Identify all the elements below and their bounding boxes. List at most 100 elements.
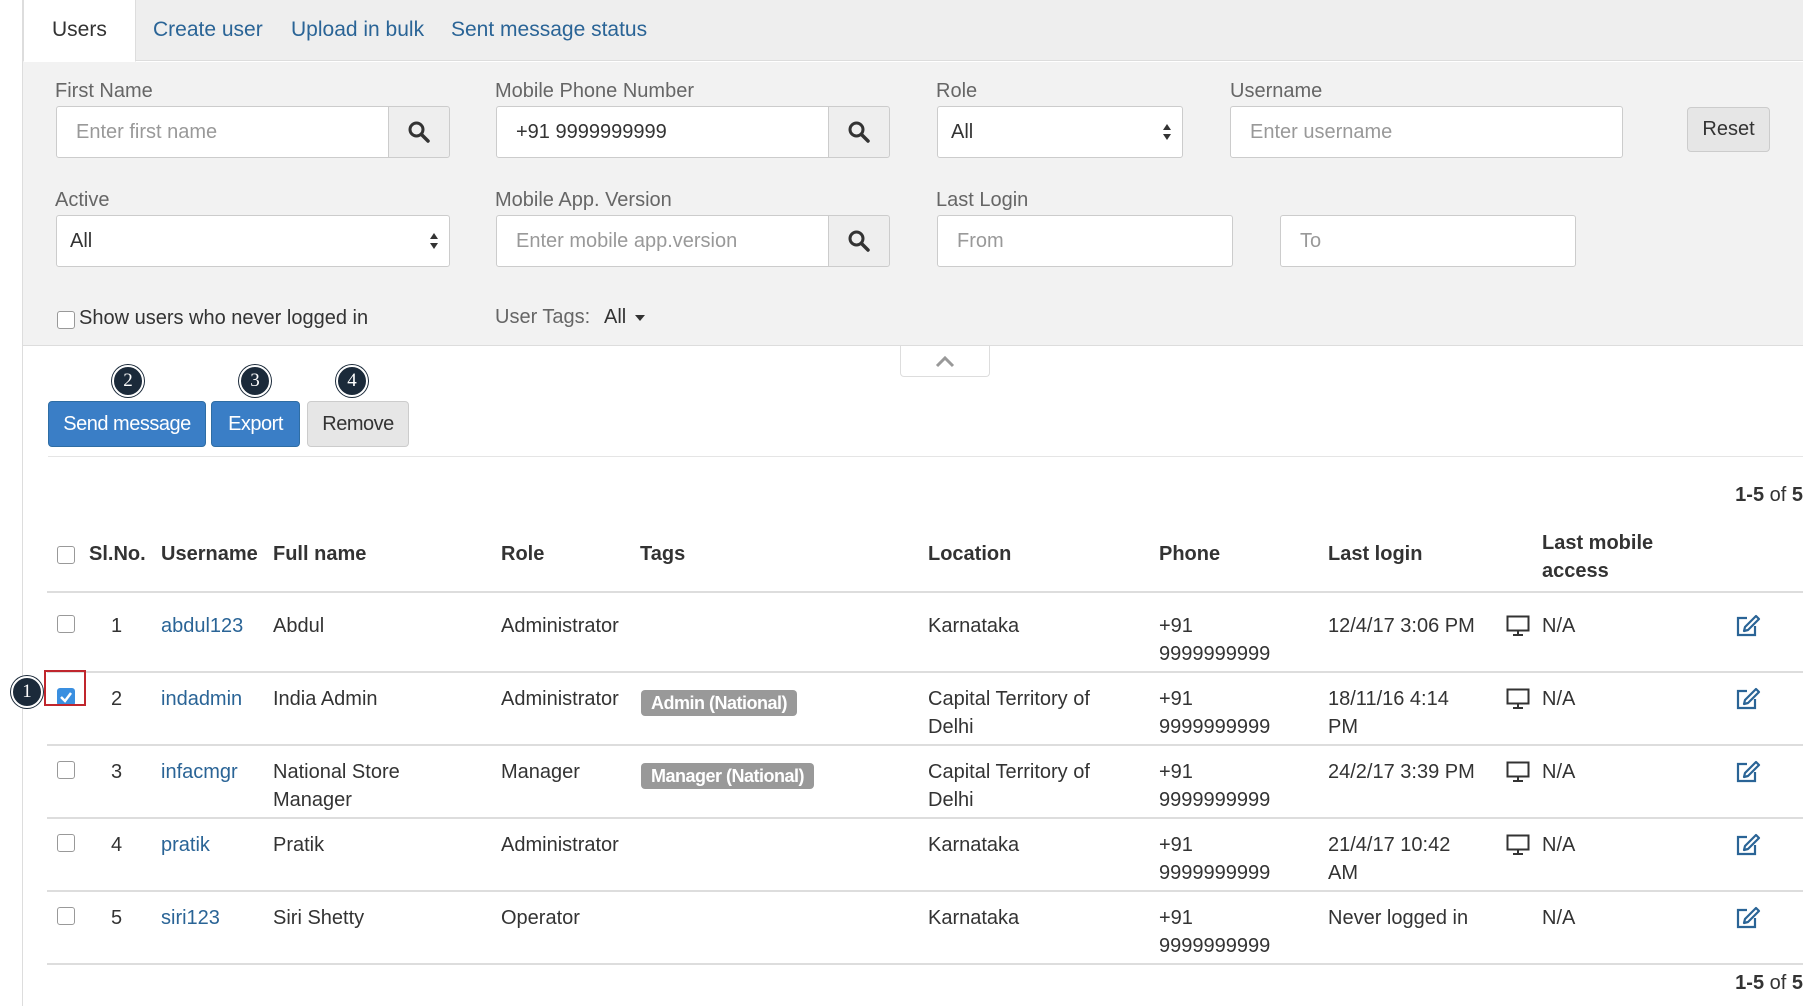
mobile-phone-search-button[interactable] — [828, 106, 890, 158]
collapse-filters-toggle[interactable] — [900, 346, 990, 377]
edit-icon[interactable] — [1735, 687, 1761, 711]
last-login-line1: 21/4/17 10:42 — [1328, 834, 1451, 856]
row-checkbox[interactable] — [57, 834, 75, 852]
cell-role: Administrator — [501, 688, 619, 710]
row-divider — [47, 744, 1803, 746]
never-logged-in-label: Show users who never logged in — [79, 307, 369, 329]
header-full-name: Full name — [273, 543, 367, 565]
app-version-input[interactable]: Enter mobile app.version — [496, 215, 830, 267]
select-all-checkbox[interactable] — [57, 546, 75, 564]
highlight-box — [44, 670, 86, 706]
header-last-mobile-access: Last mobile access — [1542, 529, 1653, 585]
callout-3: 3 — [239, 365, 271, 397]
cell-role: Administrator — [501, 615, 619, 637]
cell-last-login: 24/2/17 3:39 PM — [1328, 758, 1475, 786]
row-checkbox[interactable] — [57, 761, 75, 779]
full-name-line1: Pratik — [273, 834, 325, 856]
last-login-line1: 12/4/17 3:06 PM — [1328, 615, 1475, 637]
callout-1: 1 — [11, 676, 43, 708]
header-divider — [47, 591, 1803, 593]
first-name-input[interactable]: Enter first name — [56, 106, 390, 158]
phone-line2: 9999999999 — [1159, 862, 1271, 884]
header-last-mobile-line2: access — [1542, 560, 1609, 582]
username-input[interactable]: Enter username — [1230, 106, 1623, 158]
phone-line1: +91 — [1159, 907, 1193, 929]
cell-role: Administrator — [501, 834, 619, 856]
desktop-icon — [1506, 761, 1530, 782]
cell-username-link[interactable]: indadmin — [161, 685, 242, 713]
pagination-of: of — [1769, 972, 1787, 994]
row-checkbox[interactable] — [57, 907, 75, 925]
edit-icon[interactable] — [1735, 833, 1761, 857]
cell-username-link[interactable]: infacmgr — [161, 758, 238, 786]
tag-badge: Manager (National) — [641, 763, 815, 789]
pagination-of: of — [1769, 484, 1787, 506]
header-last-mobile-line1: Last mobile — [1542, 532, 1654, 554]
edit-icon[interactable] — [1735, 906, 1761, 930]
phone-line2: 9999999999 — [1159, 716, 1271, 738]
row-divider — [47, 890, 1803, 892]
edit-icon[interactable] — [1735, 760, 1761, 784]
caret-down-icon — [634, 314, 645, 321]
row-divider — [47, 671, 1803, 673]
mobile-phone-label: Mobile Phone Number — [495, 80, 694, 102]
pagination-range: 1-5 — [1735, 484, 1765, 506]
location-line1: Capital Territory of — [928, 688, 1090, 710]
cell-location: Karnataka — [928, 831, 1019, 859]
active-select[interactable]: All — [56, 215, 450, 267]
cell-last-mobile: N/A — [1542, 761, 1576, 783]
first-name-search-button[interactable] — [388, 106, 450, 158]
phone-line1: +91 — [1159, 688, 1193, 710]
pagination-total: 5 — [1791, 484, 1803, 506]
filter-panel: First Name Enter first name Mobile Phone… — [23, 62, 1803, 346]
cell-full-name: National Store Manager — [273, 758, 400, 814]
last-login-line1: Never logged in — [1328, 907, 1469, 929]
cell-last-mobile: N/A — [1542, 834, 1576, 856]
pagination-total: 5 — [1791, 972, 1803, 994]
location-line2: Delhi — [928, 716, 974, 738]
tab-sent-message-status[interactable]: Sent message status — [423, 0, 675, 62]
phone-line2: 9999999999 — [1159, 789, 1271, 811]
last-login-to-input[interactable]: To — [1280, 215, 1576, 267]
cell-full-name: Abdul — [273, 612, 324, 640]
select-arrows-icon — [430, 233, 438, 249]
tab-bar: Users Create user Upload in bulk Sent me… — [23, 0, 1803, 62]
header-location: Location — [928, 543, 1012, 565]
cell-full-name: India Admin — [273, 685, 378, 713]
edit-icon[interactable] — [1735, 614, 1761, 638]
app-version-label: Mobile App. Version — [495, 189, 672, 211]
mobile-phone-input[interactable]: +91 9999999999 — [496, 106, 830, 158]
reset-button[interactable]: Reset — [1687, 107, 1770, 152]
cell-slno: 5 — [111, 907, 123, 929]
cell-username-link[interactable]: siri123 — [161, 904, 220, 932]
last-login-line2: AM — [1328, 862, 1358, 884]
row-checkbox[interactable] — [57, 615, 75, 633]
app-version-search-button[interactable] — [828, 215, 890, 267]
cell-phone: +91 9999999999 — [1159, 904, 1270, 960]
cell-slno: 2 — [111, 688, 123, 710]
desktop-icon — [1506, 834, 1530, 855]
send-message-button[interactable]: Send message — [48, 401, 206, 447]
export-button[interactable]: Export — [211, 401, 300, 447]
role-select[interactable]: All — [937, 106, 1183, 158]
tag-badge: Admin (National) — [641, 690, 797, 716]
cell-username-link[interactable]: abdul123 — [161, 612, 243, 640]
never-logged-in-checkbox[interactable] — [57, 311, 75, 329]
phone-line2: 9999999999 — [1159, 643, 1271, 665]
cell-slno: 4 — [111, 834, 123, 856]
full-name-line1: India Admin — [273, 688, 378, 710]
cell-username-link[interactable]: pratik — [161, 831, 210, 859]
user-tags-value: All — [604, 306, 627, 328]
last-login-line1: 24/2/17 3:39 PM — [1328, 761, 1475, 783]
tab-users[interactable]: Users — [23, 0, 136, 62]
phone-line2: 9999999999 — [1159, 935, 1271, 957]
full-name-line1: National Store — [273, 761, 400, 783]
full-name-line1: Abdul — [273, 615, 325, 637]
users-panel: Users Create user Upload in bulk Sent me… — [22, 0, 1803, 1006]
header-tags: Tags — [640, 543, 686, 565]
cell-last-login: 12/4/17 3:06 PM — [1328, 612, 1475, 640]
remove-button[interactable]: Remove — [307, 401, 409, 447]
last-login-from-input[interactable]: From — [937, 215, 1233, 267]
user-tags-dropdown[interactable]: All — [604, 306, 646, 329]
cell-slno: 3 — [111, 761, 123, 783]
